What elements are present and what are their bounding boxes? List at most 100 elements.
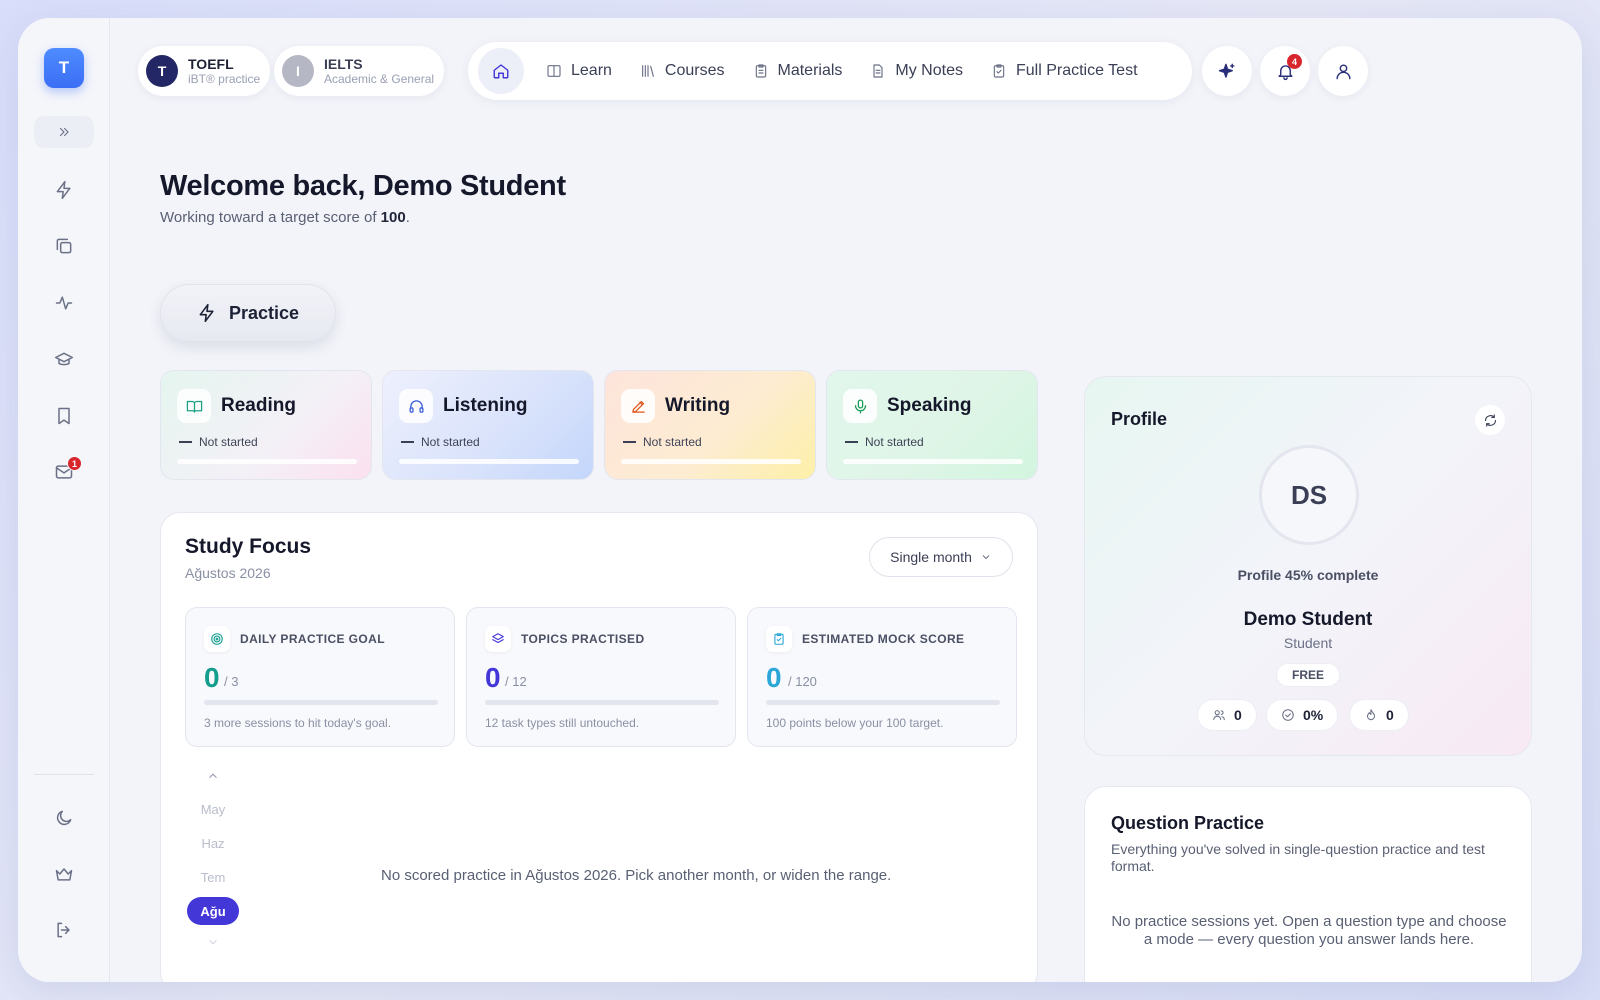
exam-subtitle: iBT® practice <box>188 71 261 86</box>
skill-title: Writing <box>665 395 731 416</box>
sidebar-item-activity[interactable] <box>48 287 80 319</box>
month-item[interactable]: May <box>187 795 239 823</box>
copy-icon <box>56 238 72 254</box>
nav-courses[interactable]: Courses <box>626 51 739 91</box>
metric-total: / 3 <box>224 674 239 689</box>
notifications-button[interactable]: 4 <box>1260 46 1310 96</box>
metric-progress-bar <box>204 700 438 705</box>
nav-learn[interactable]: Learn <box>532 51 626 91</box>
metric-topics-practised: TOPICS PRACTISED 0 / 12 12 task types st… <box>466 607 736 747</box>
month-scroll-up[interactable] <box>206 769 220 783</box>
metric-value: 0 <box>766 662 782 693</box>
skill-progress-bar <box>177 459 357 464</box>
welcome-subtitle: Working toward a target score of 100. <box>160 209 410 226</box>
metric-icon <box>485 626 511 652</box>
skill-card-reading[interactable]: Reading Not started <box>160 370 372 480</box>
exam-switch-toefl[interactable]: T TOEFL iBT® practice <box>138 46 271 96</box>
theme-toggle[interactable] <box>48 802 80 834</box>
sidebar-item-courses[interactable] <box>48 344 80 376</box>
question-practice-description: Everything you've solved in single-quest… <box>1111 841 1485 874</box>
welcome-sub-suffix: . <box>405 209 410 226</box>
nav-label: Learn <box>571 62 612 79</box>
skill-progress-bar <box>843 459 1023 464</box>
skill-card-writing[interactable]: Writing Not started <box>604 370 816 480</box>
month-item-active[interactable]: Ağu <box>187 897 239 925</box>
profile-completion: Profile 45% complete <box>1237 567 1379 583</box>
stat-chip-accuracy: 0% <box>1266 699 1339 731</box>
account-button[interactable] <box>1318 46 1368 96</box>
top-nav: Learn Courses Materials My Notes Full Pr… <box>468 42 1192 100</box>
stat-chip-followers: 0 <box>1197 699 1257 731</box>
nav-my-notes[interactable]: My Notes <box>856 51 977 91</box>
metric-daily-practice-goal: DAILY PRACTICE GOAL 0 / 3 3 more session… <box>185 607 455 747</box>
users-icon <box>1213 710 1225 721</box>
layers-icon <box>492 633 504 644</box>
sidebar-item-practice[interactable] <box>48 174 80 206</box>
sidebar-item-bookmarks[interactable] <box>48 400 80 432</box>
flame-icon <box>1366 709 1376 721</box>
exam-switch-ielts[interactable]: I IELTS Academic & General <box>274 46 445 96</box>
metric-note: 3 more sessions to hit today's goal. <box>204 716 392 730</box>
logout-button[interactable] <box>48 914 80 946</box>
user-icon <box>1335 63 1351 79</box>
microphone-icon <box>854 398 866 414</box>
metric-label: TOPICS PRACTISED <box>521 632 645 646</box>
sidebar-item-library[interactable] <box>48 230 80 262</box>
bolt-icon <box>56 180 71 200</box>
skill-status: Not started <box>421 435 480 449</box>
nav-full-practice-test[interactable]: Full Practice Test <box>977 51 1152 91</box>
library-icon <box>642 65 654 77</box>
refresh-profile-button[interactable] <box>1475 405 1505 435</box>
month-item[interactable]: Tem <box>187 863 239 891</box>
sidebar-item-messages[interactable]: 1 <box>48 456 82 488</box>
question-practice-title: Question Practice <box>1111 813 1265 833</box>
bookmark-icon <box>58 407 70 425</box>
headphones-icon <box>408 399 424 413</box>
skill-card-speaking[interactable]: Speaking Not started <box>826 370 1038 480</box>
welcome-title: Welcome back, Demo Student <box>160 170 566 202</box>
clipboard-icon <box>755 64 766 78</box>
nav-materials[interactable]: Materials <box>739 51 857 91</box>
app-window: T 1 T TOEFL iBT® practice I IELTS Academ… <box>18 18 1582 982</box>
expand-sidebar-button[interactable] <box>34 116 94 148</box>
metric-total: / 12 <box>505 674 527 689</box>
bolt-icon <box>199 303 214 323</box>
skill-icon <box>399 389 433 423</box>
target-icon <box>211 633 223 645</box>
notification-badge: 4 <box>1287 54 1302 69</box>
pulse-icon <box>55 296 73 310</box>
metric-icon <box>204 626 230 652</box>
logout-icon <box>57 922 70 938</box>
stat-value: 0% <box>1303 707 1324 723</box>
range-select[interactable]: Single month <box>869 537 1013 577</box>
exam-subtitle: Academic & General <box>324 71 435 86</box>
metric-value: 0 <box>204 662 220 693</box>
metric-value: 0 <box>485 662 501 693</box>
sidebar-item-premium[interactable] <box>48 858 80 890</box>
nav-label: My Notes <box>895 62 963 79</box>
exam-name: IELTS <box>324 55 363 72</box>
nav-home[interactable] <box>478 48 524 94</box>
month-item[interactable]: Haz <box>187 829 239 857</box>
study-focus-month: Ağustos 2026 <box>185 565 271 581</box>
status-dash <box>845 441 858 443</box>
ai-assistant-button[interactable] <box>1202 46 1252 96</box>
sparkles-icon <box>1218 63 1235 78</box>
chevrons-right-icon <box>59 127 69 137</box>
moon-icon <box>56 810 72 826</box>
sidebar-divider <box>34 774 94 775</box>
avatar[interactable]: DS <box>1259 445 1359 545</box>
metric-label: ESTIMATED MOCK SCORE <box>802 632 965 646</box>
metric-progress-bar <box>766 700 1000 705</box>
app-logo[interactable]: T <box>44 48 84 88</box>
exam-avatar: I <box>282 55 314 87</box>
crown-icon <box>55 868 73 881</box>
skill-title: Listening <box>443 395 528 416</box>
question-practice-card: Question Practice Everything you've solv… <box>1084 786 1532 982</box>
month-scroll-down[interactable] <box>206 935 220 949</box>
practice-button[interactable]: Practice <box>160 284 336 342</box>
skill-icon <box>621 389 655 423</box>
skill-card-listening[interactable]: Listening Not started <box>382 370 594 480</box>
exam-avatar: T <box>146 55 178 87</box>
status-dash <box>623 441 636 443</box>
